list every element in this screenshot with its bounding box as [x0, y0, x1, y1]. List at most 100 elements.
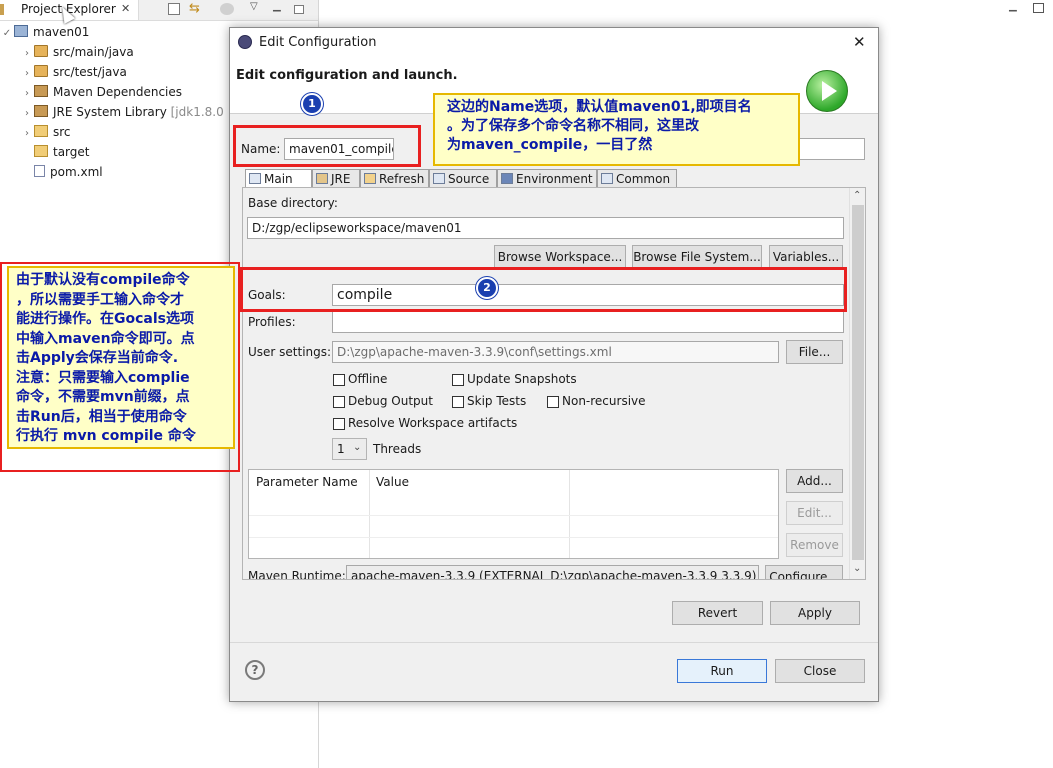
run-launch-icon [806, 70, 848, 112]
base-directory-field[interactable]: D:/zgp/eclipseworkspace/maven01 [247, 217, 844, 239]
column-header-value[interactable]: Value [376, 475, 409, 489]
skip-tests-checkbox[interactable] [452, 396, 464, 408]
column-separator [569, 470, 570, 558]
jre-tab-icon [316, 173, 328, 184]
tab-jre[interactable]: JRE [312, 169, 360, 187]
add-parameter-button[interactable]: Add... [786, 469, 843, 493]
help-icon[interactable]: ? [245, 660, 265, 680]
tree-item[interactable]: › Maven Dependencies [20, 82, 182, 102]
non-recursive-checkbox[interactable] [547, 396, 559, 408]
collapsed-arrow-icon[interactable]: › [20, 104, 34, 124]
project-name: maven01 [33, 25, 90, 39]
resolve-workspace-checkbox[interactable] [333, 418, 345, 430]
tree-item[interactable]: › src/main/java [20, 42, 134, 62]
apply-button[interactable]: Apply [770, 601, 860, 625]
main-tab-icon [249, 173, 261, 184]
dialog-title: Edit Configuration [259, 35, 377, 50]
browse-file-system-button[interactable]: Browse File System... [632, 245, 762, 269]
tab-source[interactable]: Source [429, 169, 497, 187]
close-button[interactable]: Close [775, 659, 865, 683]
scroll-up-icon[interactable]: ⌃ [853, 190, 861, 201]
scrollbar-thumb[interactable] [852, 205, 864, 560]
debug-output-checkbox[interactable] [333, 396, 345, 408]
collapsed-arrow-icon[interactable]: › [20, 124, 34, 144]
link-editor-icon[interactable]: ⇆ [189, 1, 200, 16]
main-tab-panel: Base directory: D:/zgp/eclipseworkspace/… [242, 187, 866, 580]
collapse-all-icon[interactable] [168, 3, 180, 15]
note-line: 注意：只需要输入complie [16, 369, 190, 386]
threads-label: Threads [373, 442, 422, 456]
filter-icon[interactable] [220, 3, 234, 15]
collapsed-arrow-icon[interactable]: › [20, 84, 34, 104]
note-line: 命令，不需要mvn前缀，点 [16, 389, 190, 405]
configure-runtime-button[interactable]: Configure... [765, 565, 843, 579]
view-menu-icon[interactable]: ▽ [250, 1, 258, 12]
tree-item[interactable]: pom.xml [20, 162, 103, 182]
resolve-workspace-label: Resolve Workspace artifacts [348, 416, 518, 430]
tree-item-label: src/test/java [53, 65, 127, 79]
user-settings-field[interactable]: D:\zgp\apache-maven-3.3.9\conf\settings.… [332, 341, 779, 363]
common-tab-icon [601, 173, 613, 184]
profiles-label: Profiles: [248, 315, 296, 329]
tree-item[interactable]: › src [20, 122, 71, 142]
skip-tests-label: Skip Tests [467, 394, 527, 408]
update-snapshots-checkbox[interactable] [452, 374, 464, 386]
dialog-titlebar: Edit Configuration ✕ [230, 28, 878, 58]
tab-common[interactable]: Common [597, 169, 677, 187]
tab-close-icon[interactable]: ✕ [121, 2, 130, 15]
run-button[interactable]: Run [677, 659, 767, 683]
threads-select[interactable]: 1 ⌄ [332, 438, 367, 460]
goals-annotation-note: 由于默认没有compile命令 ，所以需要手工输入命令才 能进行操作。在Goca… [7, 266, 235, 449]
maximize-view-icon[interactable] [294, 5, 304, 14]
offline-checkbox[interactable] [333, 374, 345, 386]
project-explorer-icon [0, 4, 4, 15]
tab-main[interactable]: Main [245, 169, 312, 187]
tree-item[interactable]: › src/test/java [20, 62, 127, 82]
play-triangle-icon [822, 81, 837, 101]
name-highlight-box [233, 125, 421, 167]
tree-item-label: JRE System Library [53, 105, 167, 119]
profiles-field[interactable] [332, 311, 844, 333]
variables-button[interactable]: Variables... [769, 245, 843, 269]
tree-item-label: src [53, 125, 71, 139]
non-recursive-label: Non-recursive [562, 394, 646, 408]
column-header-parameter-name[interactable]: Parameter Name [256, 475, 358, 489]
note-line: 击Apply会保存当前命令. [16, 350, 179, 366]
note-line: 行执行 mvn compile 命令 [16, 428, 196, 444]
row-line [249, 537, 778, 538]
tab-refresh[interactable]: Refresh [360, 169, 429, 187]
note-line: 中输入maven命令即可。点 [16, 330, 195, 347]
user-settings-label: User settings: [248, 345, 332, 359]
explorer-tabbar: Project Explorer ✕ ⇆ ▽ ▁ [0, 0, 318, 21]
tree-item-suffix: [jdk1.8.0 [170, 105, 224, 119]
tree-item[interactable]: target [20, 142, 90, 162]
scroll-down-icon[interactable]: ⌄ [853, 563, 861, 574]
collapsed-arrow-icon[interactable]: › [20, 64, 34, 84]
row-line [249, 515, 778, 516]
tree-item[interactable]: › JRE System Library [jdk1.8.0 [20, 102, 224, 122]
window-minimize-icon[interactable]: ▁ [1009, 1, 1023, 13]
window-maximize-icon[interactable] [1033, 3, 1044, 13]
maven-runtime-label: Maven Runtime: [248, 569, 346, 580]
tree-item-label: pom.xml [50, 165, 103, 179]
name-annotation-note: 这边的Name选项，默认值maven01,即项目名 。为了保存多个命令名称不相同… [433, 93, 800, 166]
minimize-view-icon[interactable]: ▁ [273, 1, 281, 12]
tree-project[interactable]: ✓ maven01 [0, 22, 89, 42]
revert-button[interactable]: Revert [672, 601, 763, 625]
maven-runtime-select[interactable]: apache-maven-3.3.9 (EXTERNAL D:\zgp\apac… [346, 565, 759, 579]
tree-item-label: Maven Dependencies [53, 85, 183, 99]
parameter-table[interactable]: Parameter Name Value [248, 469, 779, 559]
note-line: ，所以需要手工输入命令才 [16, 291, 184, 308]
tab-environment[interactable]: Environment [497, 169, 597, 187]
file-button[interactable]: File... [786, 340, 843, 364]
note-line: 击Run后，相当于使用命令 [16, 408, 187, 425]
edit-parameter-button[interactable]: Edit... [786, 501, 843, 525]
remove-parameter-button[interactable]: Remove [786, 533, 843, 557]
expand-arrow-icon[interactable]: ✓ [0, 24, 14, 44]
library-icon [34, 105, 48, 117]
dialog-close-icon[interactable]: ✕ [853, 33, 866, 51]
source-folder-icon [34, 45, 48, 57]
browse-workspace-button[interactable]: Browse Workspace... [494, 245, 626, 269]
collapsed-arrow-icon[interactable]: › [20, 44, 34, 64]
vertical-scrollbar[interactable]: ⌃ ⌄ [849, 188, 865, 579]
